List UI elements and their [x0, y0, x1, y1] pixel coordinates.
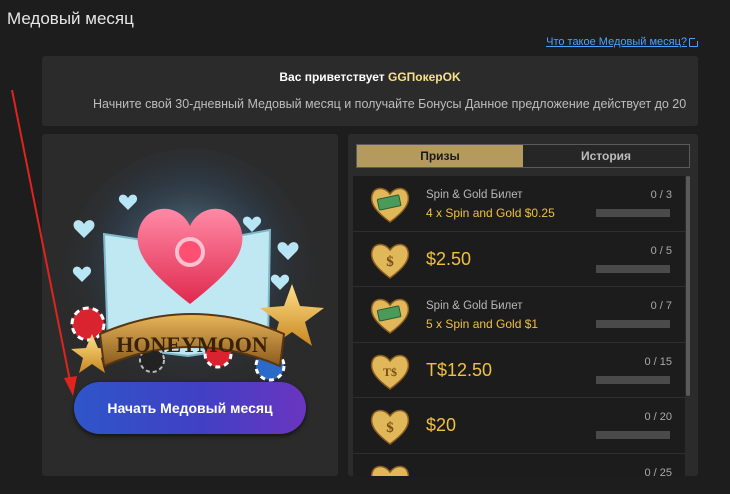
svg-text:$: $ [386, 420, 394, 436]
prize-count: 0 / 7 [650, 300, 672, 312]
start-honeymoon-button[interactable]: Начать Медовый месяц [74, 382, 306, 434]
heart-icon [370, 465, 410, 476]
prize-progress-bar [596, 264, 670, 273]
prize-row: Spin & Gold Билет 5 x Spin and Gold $1 0… [353, 287, 685, 343]
prize-title: Spin & Gold Билет [426, 189, 523, 201]
dollar-heart-icon: $ [370, 243, 410, 279]
help-link[interactable]: Что такое Медовый месяц? [546, 35, 700, 48]
prize-subtitle: 4 x Spin and Gold $0.25 [426, 206, 555, 220]
ticket-heart-icon [370, 187, 410, 223]
svg-text:T$: T$ [383, 365, 397, 379]
prize-title: Spin & Gold Билет [426, 300, 523, 312]
page-title: Медовый месяц [7, 9, 134, 28]
welcome-greeting: Вас приветствует GGПокерOK [42, 70, 698, 84]
prize-amount: $2.50 [426, 248, 472, 269]
prize-row: 0 / 25 [353, 454, 685, 477]
dollar-heart-icon: $ [370, 409, 410, 445]
prize-list: Spin & Gold Билет 4 x Spin and Gold $0.2… [353, 176, 685, 476]
external-link-icon [689, 35, 700, 47]
ticket-heart-icon [370, 298, 410, 334]
prize-progress-bar [596, 320, 670, 328]
prize-progress-bar [596, 375, 670, 384]
prize-row: $ $2.50 0 / 5 [353, 232, 685, 287]
honeymoon-hero: HONEYMOON Начать Медовый месяц [42, 134, 338, 476]
prize-list-scrollbar[interactable] [686, 176, 690, 396]
svg-text:$: $ [386, 254, 394, 270]
prize-row: Spin & Gold Билет 4 x Spin and Gold $0.2… [353, 176, 685, 232]
prize-amount: T$12.50 [426, 359, 493, 380]
prize-count: 0 / 25 [644, 466, 672, 477]
welcome-banner: Вас приветствует GGПокерOK Начните свой … [42, 56, 698, 126]
prize-progress-bar [596, 209, 670, 217]
honeymoon-logo-text: HONEYMOON [116, 332, 268, 357]
tdollar-heart-icon: T$ [370, 354, 410, 390]
promo-text: Начните свой 30-дневный Медовый месяц и … [93, 97, 687, 111]
prize-tabs: Призы История [356, 144, 690, 168]
prize-amount: $20 [426, 415, 457, 435]
help-link-label: Что такое Медовый месяц? [546, 36, 687, 48]
prize-count: 0 / 20 [644, 411, 672, 423]
tab-prizes[interactable]: Призы [357, 145, 523, 167]
prize-count: 0 / 5 [650, 244, 672, 257]
tab-history[interactable]: История [523, 145, 689, 167]
prize-row: T$ T$12.50 0 / 15 [353, 343, 685, 398]
prize-row: $ $20 0 / 20 [353, 398, 685, 454]
greeting-prefix: Вас приветствует [279, 70, 385, 84]
brand-name: GGПокерOK [388, 70, 461, 84]
prizes-panel: Призы История Spin & Gold Билет 4 x Spin… [348, 134, 698, 476]
prize-subtitle: 5 x Spin and Gold $1 [426, 317, 539, 331]
prize-count: 0 / 15 [644, 355, 672, 368]
prize-progress-bar [596, 431, 670, 439]
prize-count: 0 / 3 [650, 189, 672, 201]
